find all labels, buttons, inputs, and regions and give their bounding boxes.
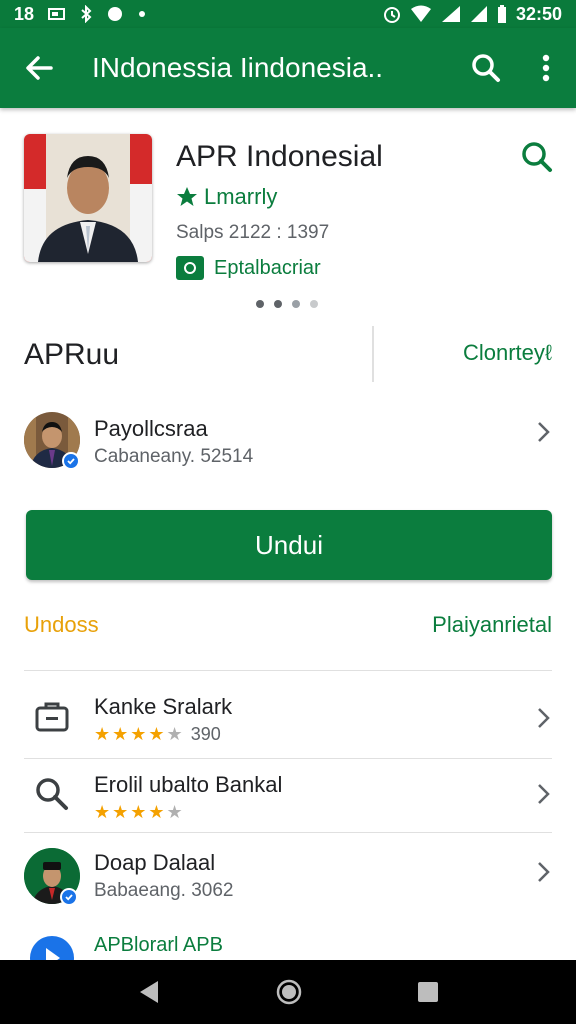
- list-item[interactable]: APBlorarl APB: [0, 924, 576, 960]
- star-badge-icon: [177, 187, 197, 206]
- category-label: Lmarrly: [204, 184, 278, 209]
- list-item-title: Erolil ubalto Bankal: [94, 772, 283, 797]
- notification-dot-icon: [138, 10, 146, 18]
- app-icon-photo: [24, 134, 152, 262]
- navigation-bar: [0, 960, 576, 1024]
- status-left-text: 18: [14, 3, 35, 24]
- page-dot: [256, 300, 264, 308]
- list-item[interactable]: Erolil ubalto Bankal ★★★★★: [0, 760, 576, 836]
- app-category[interactable]: Lmarrly: [176, 184, 277, 210]
- more-options-button[interactable]: [516, 28, 576, 108]
- battery-small-icon: [48, 7, 66, 21]
- chevron-right-icon: [538, 708, 550, 728]
- page-indicator: [256, 300, 318, 308]
- section-divider: [372, 326, 374, 382]
- meta-right-link[interactable]: Plaiyanrietal: [432, 612, 552, 638]
- app-title: APR Indonesial: [176, 140, 383, 173]
- developer-row[interactable]: Payollcsraa Cabaneany. 52514: [0, 402, 576, 482]
- signal-icon-2: [470, 5, 488, 23]
- chevron-right-icon: [538, 784, 550, 804]
- rating-count: 390: [190, 724, 221, 744]
- blue-circle-icon: [30, 936, 74, 960]
- divider: [24, 758, 552, 759]
- list-item-title: APBlorarl APB: [94, 934, 223, 956]
- status-time: 32:50: [515, 3, 562, 24]
- meta-left-link[interactable]: Undoss: [24, 612, 99, 638]
- badge-row: Eptalbacriar: [176, 256, 321, 280]
- divider: [24, 832, 552, 833]
- alarm-icon: [382, 4, 402, 24]
- section-link[interactable]: Clonrteyℓ: [463, 340, 552, 366]
- list-item-title: Doap Dalaal: [94, 850, 216, 875]
- app-bar: INdonessia Iindonesia..: [0, 28, 576, 108]
- app-header: APR Indonesial Lmarrly Salps 2122 : 1397…: [24, 134, 554, 314]
- developer-name: Payollcsraa: [94, 416, 208, 441]
- list-item[interactable]: Kanke Sralark ★★★★★ 390: [0, 682, 576, 758]
- install-button[interactable]: Undui: [26, 510, 552, 580]
- section-row: APRuu Clonrteyℓ: [0, 322, 576, 386]
- sales-info: Salps 2122 : 1397: [176, 222, 330, 243]
- section-title: APRuu: [24, 338, 120, 371]
- list-item[interactable]: Doap Dalaal Babaeang. 3062: [0, 840, 576, 916]
- back-arrow-icon: [26, 56, 53, 80]
- divider: [24, 670, 552, 671]
- search-icon: [472, 54, 500, 82]
- verified-icon: [60, 888, 78, 906]
- developer-subtitle: Cabaneany. 52514: [94, 446, 254, 467]
- status-bar: 18 32:50: [0, 0, 576, 28]
- search-icon: [36, 778, 68, 810]
- badge-label: Eptalbacriar: [214, 256, 321, 279]
- briefcase-icon: [35, 702, 69, 732]
- battery-icon: [496, 4, 508, 24]
- list-item-subtitle: Babaeang. 3062: [94, 880, 234, 901]
- chevron-right-icon: [538, 422, 550, 442]
- rating-stars: ★★★★★: [94, 802, 185, 822]
- signal-icon: [440, 5, 462, 23]
- search-icon: [522, 142, 552, 172]
- header-search-button[interactable]: [520, 140, 554, 174]
- nav-recents-icon[interactable]: [416, 980, 440, 1004]
- verified-icon: [62, 452, 80, 470]
- wifi-icon: [410, 5, 432, 23]
- more-vert-icon: [542, 54, 550, 82]
- chevron-right-icon: [538, 862, 550, 882]
- badge-icon: [176, 256, 204, 280]
- page-dot: [292, 300, 300, 308]
- page-dot: [274, 300, 282, 308]
- rating-stars: ★★★★★ 390: [94, 724, 221, 744]
- list-item-title: Kanke Sralark: [94, 694, 233, 719]
- page-dot: [310, 300, 318, 308]
- back-button[interactable]: [0, 28, 78, 108]
- app-bar-title: INdonessia Iindonesia..: [92, 52, 384, 83]
- bluetooth-icon: [80, 5, 92, 23]
- nav-back-icon[interactable]: [136, 979, 162, 1005]
- nav-home-icon[interactable]: [275, 978, 303, 1006]
- notification-circle-icon: [106, 5, 124, 23]
- search-button[interactable]: [456, 28, 516, 108]
